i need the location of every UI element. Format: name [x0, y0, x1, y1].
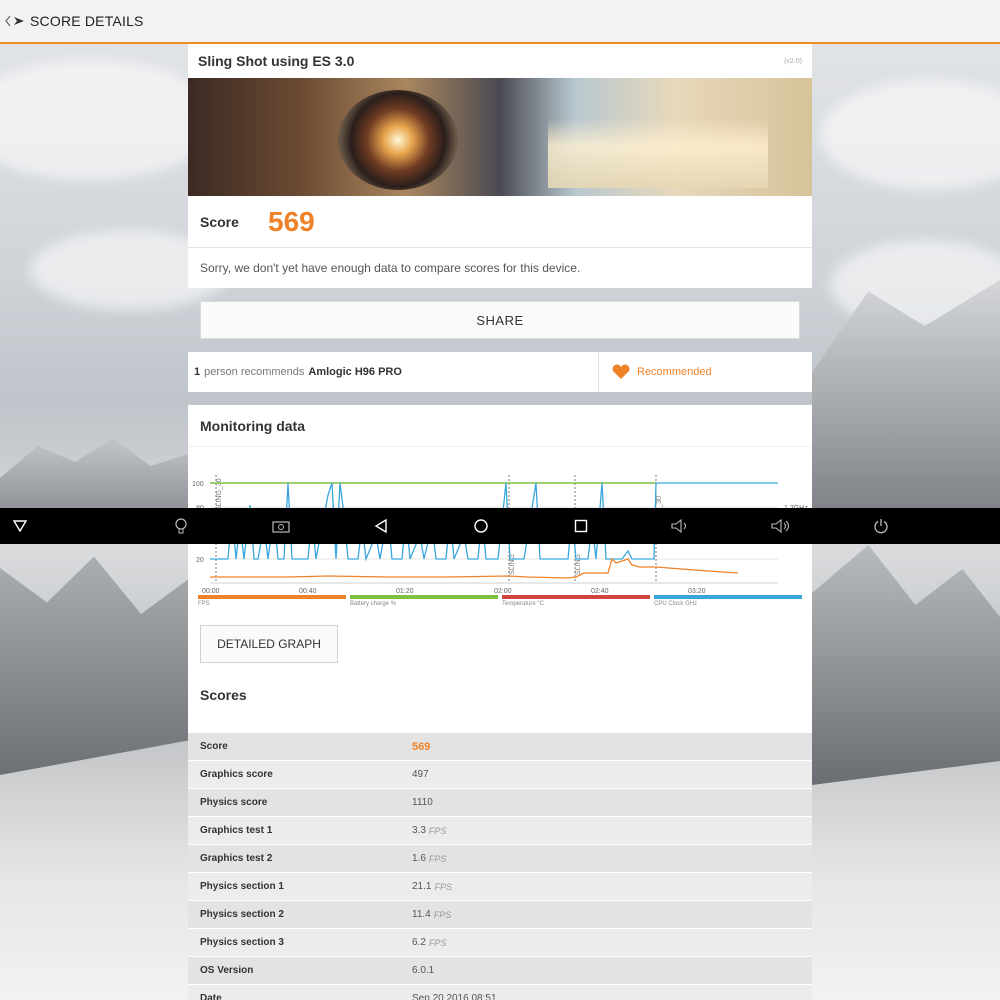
x-tick-5: 03:20: [688, 588, 706, 595]
score-key: Date: [200, 993, 222, 1000]
graph-legend: FPS Battery charge % Temperature °C CPU …: [198, 595, 802, 607]
legend-fps: FPS: [198, 595, 346, 607]
score-value-cell: 11.4: [412, 909, 431, 920]
score-value-cell: 1110: [412, 797, 433, 808]
score-key: Graphics test 1: [200, 825, 273, 836]
legend-fps-label: FPS: [198, 601, 210, 607]
score-value: 569: [268, 205, 315, 237]
table-row: Physics score 1110: [188, 789, 812, 817]
table-row: OS Version 6.0.1: [188, 957, 812, 985]
recommend-info: 1 person recommends Amlogic H96 PRO: [188, 352, 598, 392]
scores-table: Score 569 Graphics score 497 Physics score 11…: [188, 733, 812, 1000]
volume-down-button[interactable]: [660, 508, 700, 544]
app-header: SCORE DETAILS: [0, 0, 1000, 44]
score-unit: FPS: [428, 853, 447, 864]
x-tick-4: 02:40: [591, 588, 609, 595]
score-key: Physics section 3: [200, 937, 284, 948]
score-value-cell: 21.1: [412, 881, 432, 892]
score-unit: FPS: [434, 881, 452, 892]
table-row: Physics section 1 21.1 FPS: [188, 873, 812, 901]
recommend-row: 1 person recommends Amlogic H96 PRO Reco…: [188, 352, 812, 392]
back-nav-button[interactable]: [361, 508, 401, 544]
score-value-cell: 1.6: [412, 853, 426, 864]
home-icon: [474, 519, 488, 533]
lightbulb-icon: [175, 518, 187, 534]
legend-temperature-label: Temperature °C: [502, 601, 545, 607]
score-value-cell: Sep 20 2016 08:51: [412, 993, 497, 1000]
table-row: Physics section 2 11.4 FPS: [188, 901, 812, 929]
score-value-cell: 6.2: [412, 937, 426, 948]
device-name: Amlogic H96 PRO: [308, 366, 402, 378]
lightbulb-button[interactable]: [161, 508, 201, 544]
share-button[interactable]: SHARE: [200, 301, 800, 339]
table-row: Graphics score 497: [188, 761, 812, 789]
monitoring-title: Monitoring data: [188, 405, 812, 447]
comparison-note: Sorry, we don't yet have enough data to …: [200, 261, 581, 275]
page-title: SCORE DETAILS: [30, 13, 144, 29]
y-tick-20: 20: [196, 557, 204, 564]
score-value-cell: 6.0.1: [412, 965, 435, 976]
legend-battery-label: Battery charge %: [350, 601, 397, 607]
back-arrow-icon: [5, 15, 24, 27]
android-nav-bar: [0, 508, 1000, 544]
volume-up-button[interactable]: [761, 508, 801, 544]
x-tick-1: 00:40: [299, 588, 317, 595]
screenshot-button[interactable]: [261, 508, 301, 544]
recommend-text: person recommends: [204, 366, 305, 378]
screenshot-icon: [272, 521, 290, 533]
detailed-graph-button[interactable]: DETAILED GRAPH: [200, 625, 338, 663]
score-label: Score: [200, 213, 239, 230]
x-tick-0: 00:00: [202, 588, 220, 595]
volume-up-icon: [771, 519, 790, 533]
score-key: Score: [200, 741, 228, 752]
score-value-cell: 3.3: [412, 825, 426, 836]
legend-battery: Battery charge %: [350, 595, 498, 607]
score-key: Physics section 2: [200, 909, 284, 920]
test-banner-image: [188, 78, 812, 196]
test-version: (v2.0): [784, 57, 802, 65]
score-unit: FPS: [428, 825, 447, 836]
table-row: Date Sep 20 2016 08:51: [188, 985, 812, 1000]
score-value-cell: 569: [412, 740, 431, 753]
recommend-count: 1: [194, 366, 201, 378]
power-button[interactable]: [861, 508, 901, 544]
back-icon: [374, 518, 387, 534]
legend-cpu-clock-label: CPU Clock GHz: [654, 601, 698, 607]
score-key: Graphics score: [200, 769, 273, 780]
y-tick-100: 100: [192, 481, 204, 488]
score-key: Physics score: [200, 797, 268, 808]
score-key: OS Version: [200, 965, 254, 976]
score-value-cell: 497: [412, 769, 429, 780]
score-unit: FPS: [433, 909, 452, 920]
x-tick-3: 02:00: [494, 588, 512, 595]
recommended-button[interactable]: Recommended: [598, 352, 812, 392]
recents-icon: [574, 519, 588, 533]
recommended-label: Recommended: [637, 366, 712, 378]
hide-bar-button[interactable]: [0, 508, 40, 544]
table-row: Score 569: [188, 733, 812, 761]
table-row: Graphics test 2 1.6 FPS: [188, 845, 812, 873]
score-key: Physics section 1: [200, 881, 284, 892]
score-unit: FPS: [428, 937, 447, 948]
power-icon: [874, 519, 888, 534]
recents-nav-button[interactable]: [561, 508, 601, 544]
legend-cpu-clock: CPU Clock GHz: [654, 595, 802, 607]
test-card: Sling Shot using ES 3.0 (v2.0) Score 569…: [188, 44, 812, 288]
volume-down-icon: [671, 519, 687, 533]
score-key: Graphics test 2: [200, 853, 273, 864]
x-tick-2: 01:20: [396, 588, 414, 595]
monitoring-card: Monitoring data 100 80 20 1.2GHz SLING_3…: [188, 405, 812, 733]
hide-bar-icon: [12, 520, 28, 533]
heart-icon: [612, 364, 630, 379]
table-row: Graphics test 1 3.3 FPS: [188, 817, 812, 845]
table-row: Physics section 3 6.2 FPS: [188, 929, 812, 957]
scores-title: Scores: [200, 687, 247, 703]
test-name: Sling Shot using ES 3.0: [198, 53, 355, 69]
home-nav-button[interactable]: [461, 508, 501, 544]
back-button[interactable]: [0, 0, 30, 43]
legend-temperature: Temperature °C: [502, 595, 650, 607]
